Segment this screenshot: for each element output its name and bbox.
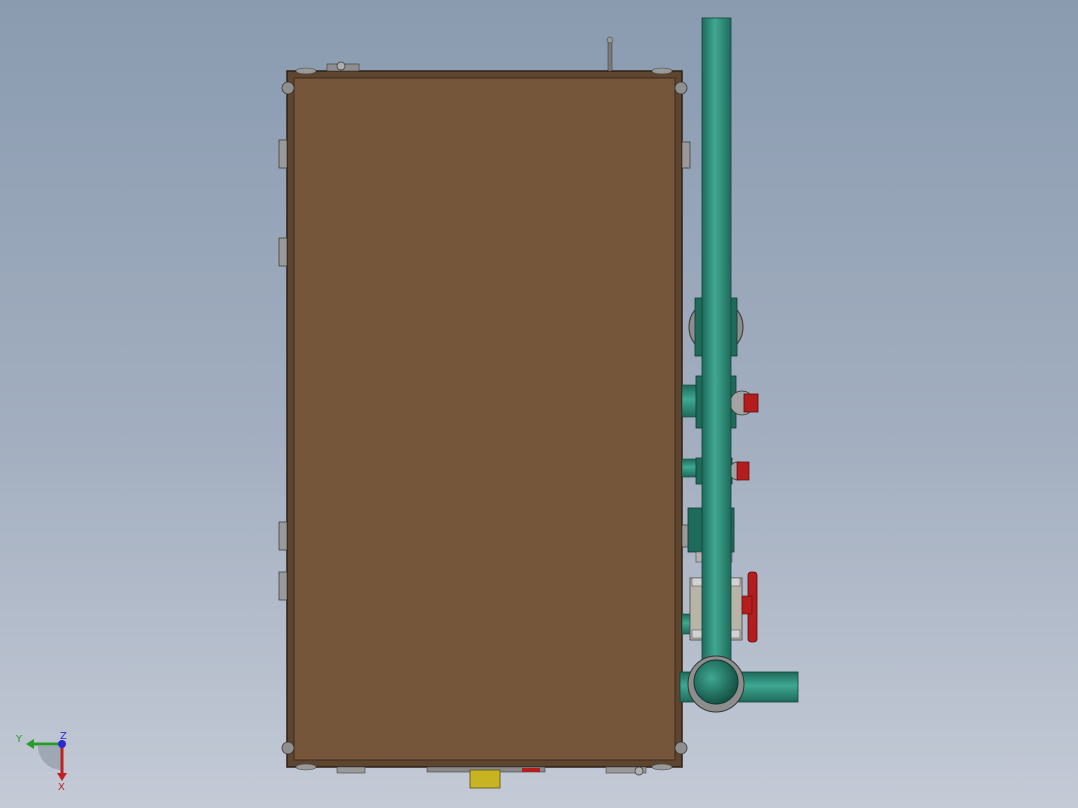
hinge-left-4	[278, 571, 288, 601]
right-fittings	[681, 141, 691, 548]
cabinet-panel[interactable]	[293, 77, 676, 761]
main-vertical-pipe[interactable]	[701, 17, 732, 674]
triad-y-arrow	[26, 739, 34, 749]
triad-z-label: Z	[60, 731, 67, 742]
hinge-left-2	[278, 237, 288, 267]
caster-wheel-br	[651, 763, 673, 771]
cad-viewport[interactable]: Y Z X	[0, 0, 1078, 808]
orientation-triad: Y Z X	[15, 731, 67, 793]
yellow-bracket	[469, 769, 501, 789]
bottom-right-bolt	[634, 766, 644, 776]
valve-5-lever-nub	[741, 595, 753, 615]
antenna-rod	[607, 39, 613, 72]
valve-2-red-handle[interactable]	[743, 393, 759, 413]
cad-drawing[interactable]: Y Z X	[0, 0, 1078, 808]
cabinet[interactable]	[281, 67, 688, 771]
triad-shadow	[38, 746, 62, 770]
pipe-elbow[interactable]	[693, 659, 739, 705]
caster-top-left	[281, 81, 295, 95]
valve-3-red-cap[interactable]	[736, 461, 750, 481]
caster-wheel-tr	[651, 67, 673, 75]
antenna-tip	[606, 36, 614, 44]
caster-wheel-tl	[295, 67, 317, 75]
triad-x-arrow	[57, 773, 67, 781]
piping-assembly[interactable]	[679, 17, 799, 713]
bottom-foot-left	[336, 766, 366, 774]
top-latch-bolt	[336, 61, 346, 71]
hinge-left-1	[278, 139, 288, 169]
caster-top-right	[674, 81, 688, 95]
left-hinges	[278, 139, 288, 601]
bottom-red-mark	[522, 768, 540, 772]
bottom-hardware	[336, 766, 647, 789]
caster-wheel-bl	[295, 763, 317, 771]
caster-bottom-right	[674, 741, 688, 755]
top-hardware	[326, 36, 614, 72]
triad-y-label: Y	[15, 734, 23, 745]
fitting-right-1	[681, 141, 691, 169]
hinge-left-3	[278, 521, 288, 551]
triad-x-label: X	[58, 782, 65, 793]
caster-bottom-left	[281, 741, 295, 755]
